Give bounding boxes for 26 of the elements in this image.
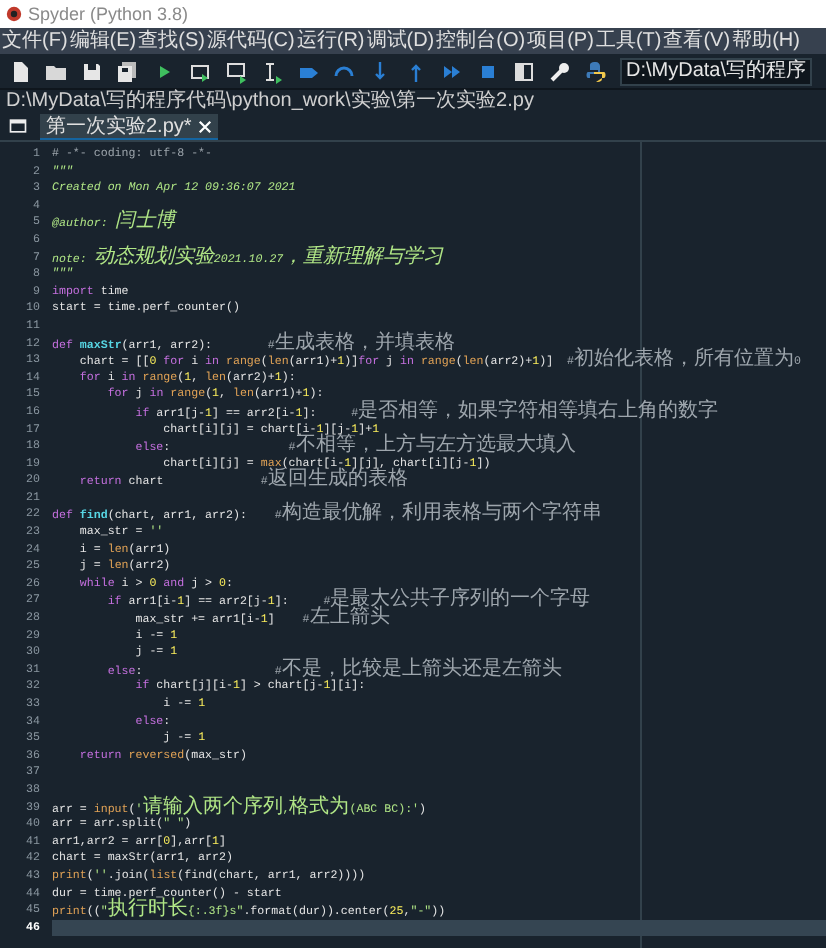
code-editor[interactable]	[0, 140, 826, 948]
menu-item[interactable]: 工具(T)	[595, 29, 662, 53]
menu-item[interactable]: 编辑(E)	[69, 29, 137, 53]
close-icon[interactable]	[197, 119, 212, 133]
menu-item[interactable]: 项目(P)	[527, 29, 594, 53]
new-file-icon[interactable]	[8, 59, 32, 83]
maximize-pane-icon[interactable]	[512, 59, 536, 83]
run-cell-advance-icon[interactable]	[224, 59, 248, 83]
save-icon[interactable]	[80, 59, 104, 83]
run-selection-icon[interactable]	[260, 59, 284, 83]
menu-item[interactable]: 查看(V)	[663, 29, 731, 53]
menu-item[interactable]: 文件(F)	[2, 29, 68, 53]
browse-tabs-icon[interactable]	[8, 116, 28, 136]
file-tab[interactable]: 第一次实验2.py*	[40, 114, 218, 140]
python-icon[interactable]	[584, 59, 608, 83]
wrench-icon[interactable]	[548, 59, 572, 83]
menu-item[interactable]: 源代码(C)	[206, 29, 295, 53]
menu-item[interactable]: 控制台(O)	[436, 29, 526, 53]
menu-item[interactable]: 运行(R)	[296, 29, 365, 53]
window-title: Spyder (Python 3.8)	[28, 4, 189, 24]
menu-item[interactable]: 查找(S)	[138, 29, 205, 53]
save-all-icon[interactable]	[116, 59, 140, 83]
run-cell-icon[interactable]	[188, 59, 212, 83]
working-directory-field[interactable]: D:\MyData\写的程序	[620, 57, 813, 85]
menu-item[interactable]: 调试(D)	[366, 29, 435, 53]
menu-item[interactable]: 帮助(H)	[732, 29, 800, 53]
